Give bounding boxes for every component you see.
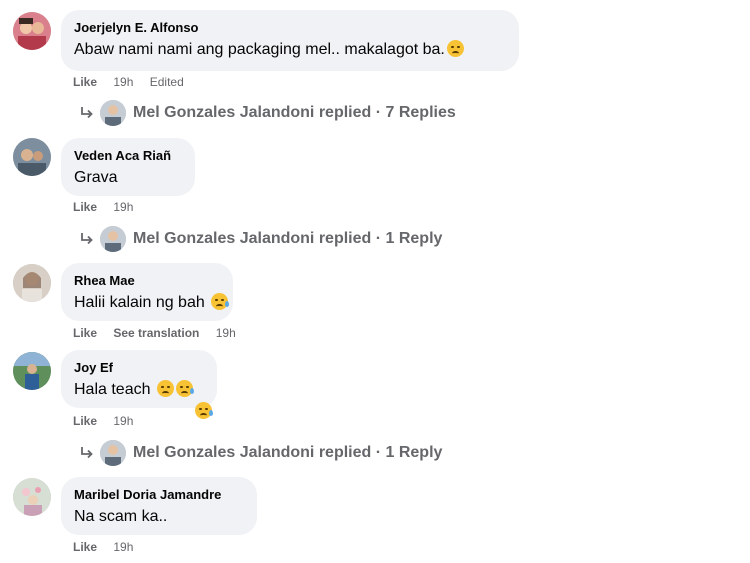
comment-bubble: Veden Aca Riañ Grava <box>61 138 195 196</box>
avatar[interactable] <box>13 138 51 176</box>
sad-face-emoji-icon <box>446 40 464 57</box>
comment-author[interactable]: Rhea Mae <box>74 272 220 289</box>
crying-face-emoji-icon <box>195 402 213 419</box>
comment-author[interactable]: Veden Aca Riañ <box>74 147 182 164</box>
avatar <box>100 100 126 126</box>
avatar[interactable] <box>13 478 51 516</box>
comment-text: Hala teach <box>74 379 204 400</box>
avatar <box>100 440 126 466</box>
comment-bubble: Maribel Doria Jamandre Na scam ka.. <box>61 477 257 535</box>
comment-actions: Like 19h <box>73 539 146 555</box>
timestamp[interactable]: 19h <box>113 200 133 214</box>
comment-bubble: Joerjelyn E. Alfonso Abaw nami nami ang … <box>61 10 519 71</box>
comment-author[interactable]: Joy Ef <box>74 359 204 376</box>
avatar[interactable] <box>13 352 51 390</box>
avatar[interactable] <box>13 264 51 302</box>
replies-link[interactable]: Mel Gonzales Jalandoni replied · 1 Reply <box>79 225 442 253</box>
comment-author[interactable]: Maribel Doria Jamandre <box>74 486 244 503</box>
timestamp[interactable]: 19h <box>216 326 236 340</box>
comment-author[interactable]: Joerjelyn E. Alfonso <box>74 19 506 36</box>
see-translation-link[interactable]: See translation <box>113 326 199 340</box>
like-button[interactable]: Like <box>73 200 97 214</box>
comment-text: Abaw nami nami ang packaging mel.. makal… <box>74 39 506 60</box>
replies-link[interactable]: Mel Gonzales Jalandoni replied · 1 Reply <box>79 439 442 467</box>
replies-link[interactable]: Mel Gonzales Jalandoni replied · 7 Repli… <box>79 99 456 127</box>
replies-summary: Mel Gonzales Jalandoni replied · 1 Reply <box>133 230 443 247</box>
comment-actions: Like 19h Edited <box>73 74 197 90</box>
sad-face-emoji-icon <box>156 380 174 397</box>
timestamp[interactable]: 19h <box>113 75 133 89</box>
comment-actions: Like See translation 19h <box>73 325 249 341</box>
comment-actions: Like 19h <box>73 413 146 429</box>
comment-bubble: Joy Ef Hala teach <box>61 350 217 408</box>
reply-arrow-icon <box>81 446 93 458</box>
reply-arrow-icon <box>81 232 93 244</box>
comment-bubble: Rhea Mae Halii kalain ng bah <box>61 263 233 321</box>
edited-label: Edited <box>149 75 184 89</box>
comment-actions: Like 19h <box>73 199 146 215</box>
like-button[interactable]: Like <box>73 326 97 340</box>
timestamp[interactable]: 19h <box>113 540 133 554</box>
like-button[interactable]: Like <box>73 75 97 89</box>
crying-face-emoji-icon <box>175 380 194 397</box>
avatar[interactable] <box>13 12 51 50</box>
comment-text: Halii kalain ng bah <box>74 292 230 313</box>
timestamp[interactable]: 19h <box>113 414 133 428</box>
reply-arrow-icon <box>81 106 93 118</box>
like-button[interactable]: Like <box>73 540 97 554</box>
like-button[interactable]: Like <box>73 414 97 428</box>
comment-text: Na scam ka.. <box>74 508 168 525</box>
replies-summary: Mel Gonzales Jalandoni replied · 7 Repli… <box>133 104 456 121</box>
avatar <box>100 226 126 252</box>
replies-summary: Mel Gonzales Jalandoni replied · 1 Reply <box>133 444 443 461</box>
crying-face-emoji-icon <box>211 293 230 310</box>
comment-text: Grava <box>74 169 118 186</box>
